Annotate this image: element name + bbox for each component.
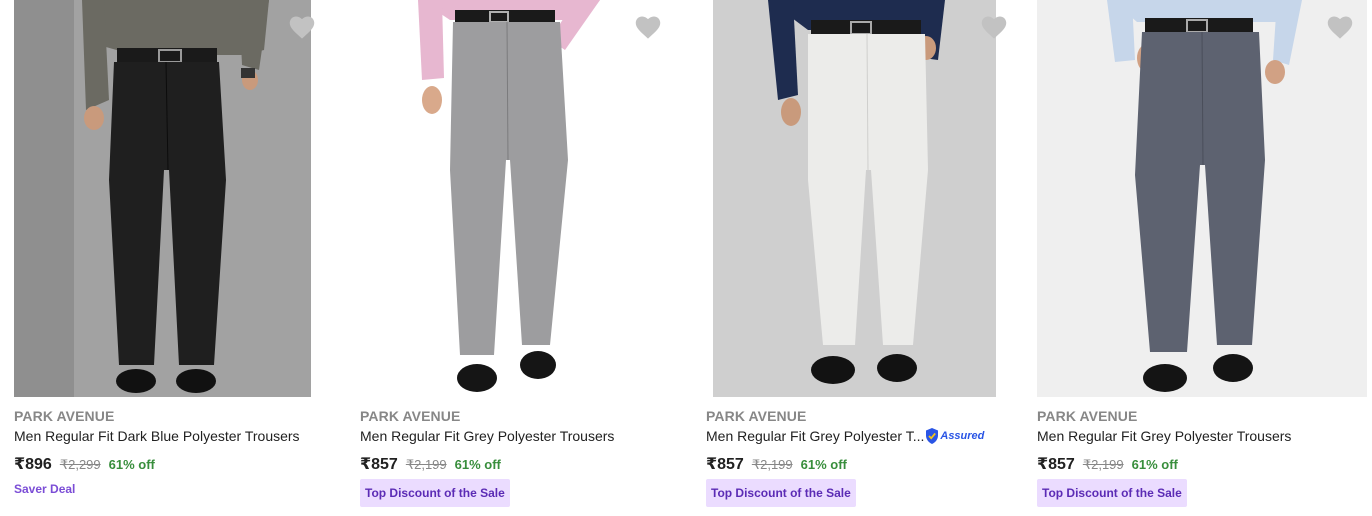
product-title[interactable]: Men Regular Fit Grey Polyester Trousers xyxy=(360,428,614,444)
product-card[interactable]: PARK AVENUE Men Regular Fit Grey Polyest… xyxy=(360,0,690,516)
product-brand: PARK AVENUE xyxy=(1037,408,1138,424)
product-title[interactable]: Men Regular Fit Grey Polyester T... xyxy=(706,428,924,444)
discount-label: 61% off xyxy=(454,457,501,472)
selling-price: ₹857 xyxy=(360,456,398,473)
product-image[interactable] xyxy=(360,0,690,397)
price-row: ₹857 ₹2,199 61% off xyxy=(1037,454,1178,474)
price-row: ₹896 ₹2,299 61% off xyxy=(14,454,155,474)
original-price: ₹2,199 xyxy=(405,457,447,472)
product-grid: PARK AVENUE Men Regular Fit Dark Blue Po… xyxy=(0,0,1372,516)
original-price: ₹2,299 xyxy=(59,457,101,472)
top-discount-tag: Top Discount of the Sale xyxy=(706,479,856,507)
heart-icon[interactable] xyxy=(288,14,316,40)
heart-icon[interactable] xyxy=(634,14,662,40)
assured-badge: Assured xyxy=(925,428,984,444)
discount-label: 61% off xyxy=(108,457,155,472)
assured-label: Assured xyxy=(940,430,985,442)
selling-price: ₹857 xyxy=(1037,456,1075,473)
product-title-row: Men Regular Fit Grey Polyester T... Assu… xyxy=(706,428,984,444)
discount-label: 61% off xyxy=(1131,457,1178,472)
product-brand: PARK AVENUE xyxy=(360,408,461,424)
product-brand: PARK AVENUE xyxy=(706,408,807,424)
product-card[interactable]: PARK AVENUE Men Regular Fit Grey Polyest… xyxy=(706,0,1036,516)
original-price: ₹2,199 xyxy=(751,457,793,472)
product-image[interactable] xyxy=(713,0,996,397)
product-image[interactable] xyxy=(1037,0,1367,397)
selling-price: ₹896 xyxy=(14,456,52,473)
price-row: ₹857 ₹2,199 61% off xyxy=(360,454,501,474)
heart-icon[interactable] xyxy=(980,14,1008,40)
product-title[interactable]: Men Regular Fit Dark Blue Polyester Trou… xyxy=(14,428,300,444)
saver-deal-label: Saver Deal xyxy=(14,482,76,496)
selling-price: ₹857 xyxy=(706,456,744,473)
heart-icon[interactable] xyxy=(1326,14,1354,40)
product-brand: PARK AVENUE xyxy=(14,408,115,424)
shield-icon xyxy=(926,428,939,444)
product-title[interactable]: Men Regular Fit Grey Polyester Trousers xyxy=(1037,428,1291,444)
product-card[interactable]: PARK AVENUE Men Regular Fit Grey Polyest… xyxy=(1037,0,1367,516)
price-row: ₹857 ₹2,199 61% off xyxy=(706,454,847,474)
top-discount-tag: Top Discount of the Sale xyxy=(360,479,510,507)
original-price: ₹2,199 xyxy=(1082,457,1124,472)
product-card[interactable]: PARK AVENUE Men Regular Fit Dark Blue Po… xyxy=(14,0,344,516)
top-discount-tag: Top Discount of the Sale xyxy=(1037,479,1187,507)
product-image[interactable] xyxy=(14,0,311,397)
discount-label: 61% off xyxy=(800,457,847,472)
